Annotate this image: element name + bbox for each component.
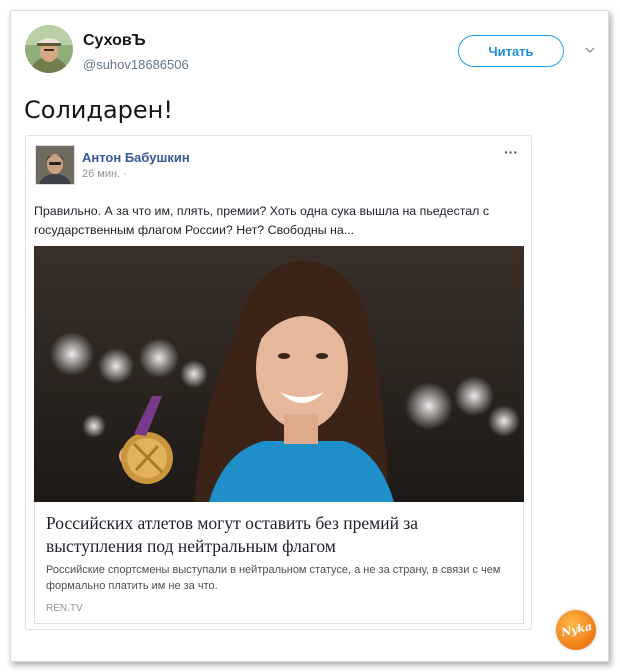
link-preview[interactable]: Российских атлетов могут оставить без пр… [34, 502, 524, 624]
link-title[interactable]: Российских атлетов могут оставить без пр… [46, 512, 516, 558]
display-name[interactable]: СуховЪ [83, 32, 146, 50]
article-photo[interactable] [34, 246, 524, 502]
follow-button[interactable]: Читать [458, 35, 564, 67]
post-time[interactable]: 26 мин. · [82, 168, 127, 180]
author-avatar[interactable] [35, 145, 75, 185]
post-text: Правильно. А за что им, плять, премии? Х… [34, 204, 490, 237]
chevron-down-icon[interactable] [585, 45, 595, 55]
user-handle[interactable]: @suhov18686506 [83, 57, 189, 72]
link-source: REN.TV [46, 603, 83, 614]
post-author[interactable]: Антон Бабушкин [82, 150, 190, 165]
tweet-card: СуховЪ @suhov18686506 Читать Солидарен! … [10, 10, 609, 662]
watermark-text: Nyka [559, 619, 594, 640]
tweet-text: Солидарен! [24, 96, 173, 124]
user-avatar[interactable] [25, 25, 73, 73]
link-description: Российские спортсмены выступали в нейтра… [46, 564, 501, 592]
watermark-logo: Nyka [556, 610, 596, 650]
more-options-icon[interactable]: ··· [504, 144, 518, 160]
embedded-post[interactable]: Антон Бабушкин 26 мин. · ··· Правильно. … [25, 135, 532, 630]
